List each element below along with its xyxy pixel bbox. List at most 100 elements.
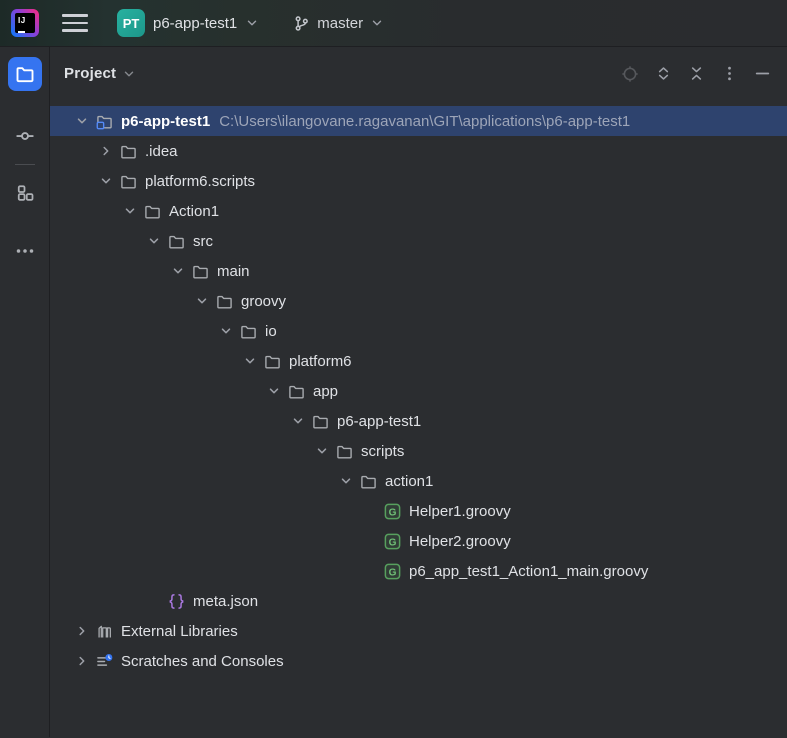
row-label: io xyxy=(265,322,277,340)
row-chevron-icon[interactable] xyxy=(94,143,118,159)
tree-row-platform6[interactable]: platform6 xyxy=(50,346,787,376)
tree-row-idea[interactable]: .idea xyxy=(50,136,787,166)
chevron-down-icon xyxy=(370,16,384,30)
tree-row-action1[interactable]: action1 xyxy=(50,466,787,496)
tree-row-action1[interactable]: Action1 xyxy=(50,196,787,226)
project-tool-button[interactable] xyxy=(7,57,42,91)
row-chevron-icon xyxy=(142,593,166,609)
row-chevron-icon[interactable] xyxy=(310,443,334,459)
row-label: platform6 xyxy=(289,352,352,370)
row-label: scripts xyxy=(361,442,405,460)
folder-icon xyxy=(214,293,234,309)
row-label: groovy xyxy=(241,292,287,310)
main-toolbar: IJ PT p6-app-test1 master xyxy=(0,0,787,47)
intellij-logo-icon: IJ xyxy=(11,9,39,37)
row-label: Helper1.groovy xyxy=(409,502,511,520)
project-tree: p6-app-test1 C:\Users\ilangovane.ragavan… xyxy=(50,100,787,676)
tree-row-src[interactable]: src xyxy=(50,226,787,256)
hide-panel-icon[interactable] xyxy=(753,65,771,83)
chevron-down-icon xyxy=(245,16,259,30)
folder-icon xyxy=(334,443,354,459)
select-opened-file-icon[interactable] xyxy=(621,65,639,83)
branch-switcher[interactable]: master xyxy=(287,11,390,36)
folder-icon xyxy=(118,173,138,189)
tool-window-stripe xyxy=(0,47,50,737)
row-chevron-icon[interactable] xyxy=(94,173,118,189)
structure-tool-button[interactable] xyxy=(8,176,42,210)
tree-row-app[interactable]: app xyxy=(50,376,787,406)
more-tool-windows-button[interactable] xyxy=(8,234,42,268)
row-chevron-icon[interactable] xyxy=(70,113,94,129)
more-dots-icon xyxy=(15,241,35,261)
tree-row-main[interactable]: main xyxy=(50,256,787,286)
row-label: Action1 xyxy=(169,202,220,220)
row-label: External Libraries xyxy=(121,622,238,640)
main-menu-icon[interactable] xyxy=(62,14,88,32)
groovy-icon: G xyxy=(382,563,402,579)
row-label: p6-app-test1 xyxy=(337,412,422,430)
row-chevron-icon[interactable] xyxy=(190,293,214,309)
folder-icon xyxy=(286,383,306,399)
row-chevron-icon[interactable] xyxy=(214,323,238,339)
stripe-divider xyxy=(14,164,35,165)
row-label: Helper2.groovy xyxy=(409,532,511,550)
row-path: C:\Users\ilangovane.ragavanan\GIT\applic… xyxy=(219,112,631,130)
row-chevron-icon[interactable] xyxy=(142,233,166,249)
project-name: p6-app-test1 xyxy=(153,14,238,32)
chevron-down-icon[interactable] xyxy=(122,67,136,81)
groovy-icon: G xyxy=(382,503,402,519)
row-chevron-icon[interactable] xyxy=(286,413,310,429)
panel-title[interactable]: Project xyxy=(64,65,116,82)
project-folder-icon xyxy=(94,113,114,129)
collapse-all-icon[interactable] xyxy=(687,65,705,83)
folder-icon xyxy=(166,233,186,249)
folder-icon xyxy=(358,473,378,489)
svg-text:G: G xyxy=(388,537,396,548)
expand-all-icon[interactable] xyxy=(654,65,672,83)
project-panel-header: Project xyxy=(50,47,787,100)
tree-row-p6-app-test1[interactable]: p6-app-test1 xyxy=(50,406,787,436)
row-label: meta.json xyxy=(193,592,259,610)
row-chevron-icon[interactable] xyxy=(262,383,286,399)
row-chevron-icon xyxy=(358,503,382,519)
svg-text:G: G xyxy=(388,507,396,518)
row-label: .idea xyxy=(145,142,178,160)
tree-row-helper1-groovy[interactable]: G Helper1.groovy xyxy=(50,496,787,526)
row-chevron-icon[interactable] xyxy=(118,203,142,219)
folder-icon xyxy=(142,203,162,219)
branch-name: master xyxy=(317,14,364,32)
tree-row-scripts[interactable]: scripts xyxy=(50,436,787,466)
tree-row-p6-app-test1[interactable]: p6-app-test1 C:\Users\ilangovane.ragavan… xyxy=(50,106,787,136)
row-chevron-icon[interactable] xyxy=(238,353,262,369)
tree-row-platform6-scripts[interactable]: platform6.scripts xyxy=(50,166,787,196)
row-label: p6_app_test1_Action1_main.groovy xyxy=(409,562,649,580)
project-switcher[interactable]: PT p6-app-test1 xyxy=(111,5,265,41)
tree-row-p6-app-test1-action1-main-groovy[interactable]: G p6_app_test1_Action1_main.groovy xyxy=(50,556,787,586)
more-options-icon[interactable] xyxy=(720,65,738,83)
row-chevron-icon[interactable] xyxy=(70,623,94,639)
row-chevron-icon xyxy=(358,563,382,579)
tree-row-helper2-groovy[interactable]: G Helper2.groovy xyxy=(50,526,787,556)
row-chevron-icon[interactable] xyxy=(166,263,190,279)
tree-row-groovy[interactable]: groovy xyxy=(50,286,787,316)
json-icon xyxy=(166,593,186,609)
tree-row-scratches-and-consoles[interactable]: Scratches and Consoles xyxy=(50,646,787,676)
folder-icon xyxy=(262,353,282,369)
row-label: action1 xyxy=(385,472,434,490)
row-chevron-icon[interactable] xyxy=(334,473,358,489)
row-label: Scratches and Consoles xyxy=(121,652,284,670)
tree-row-io[interactable]: io xyxy=(50,316,787,346)
row-label: app xyxy=(313,382,339,400)
folder-icon xyxy=(190,263,210,279)
folder-icon xyxy=(118,143,138,159)
folder-icon xyxy=(15,64,35,84)
folder-icon xyxy=(238,323,258,339)
row-label: p6-app-test1 xyxy=(121,112,211,130)
row-chevron-icon[interactable] xyxy=(70,653,94,669)
tree-row-external-libraries[interactable]: External Libraries xyxy=(50,616,787,646)
row-chevron-icon xyxy=(358,533,382,549)
commit-tool-button[interactable] xyxy=(8,119,42,153)
tree-row-meta-json[interactable]: meta.json xyxy=(50,586,787,616)
svg-text:G: G xyxy=(388,567,396,578)
groovy-icon: G xyxy=(382,533,402,549)
